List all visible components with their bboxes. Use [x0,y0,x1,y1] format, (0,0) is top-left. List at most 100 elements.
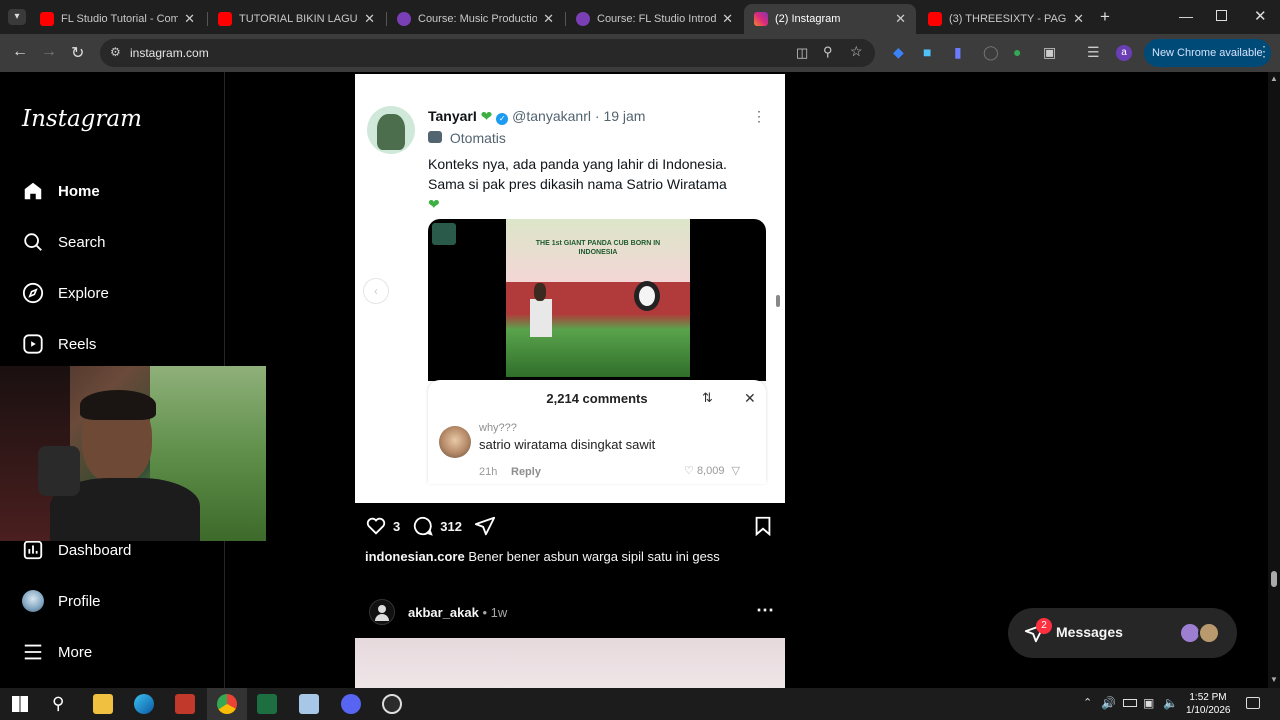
extensions-puzzle-icon[interactable]: ▣ [1043,44,1056,61]
volume-icon[interactable]: 🔈 [1163,696,1178,710]
next-post-media[interactable] [355,638,785,688]
close-tab-icon[interactable]: ✕ [364,11,375,27]
windows-start-icon[interactable] [12,696,28,712]
site-info-icon[interactable]: ⚙ [110,45,121,59]
tab-instagram[interactable]: (2) Instagram ✕ [744,4,916,34]
speaker-icon[interactable]: 🔊 [1101,696,1116,710]
extension-shield-icon[interactable]: ▮ [954,44,962,61]
share-icon[interactable] [474,515,496,537]
new-tab-button[interactable]: + [1100,7,1110,27]
page-scrollbar[interactable]: ▲ ▼ [1268,72,1280,688]
comment-count: 312 [440,518,462,534]
sidebar-item-explore[interactable]: Explore [22,278,109,308]
search-icon[interactable]: ⚲ [52,694,64,714]
network-icon[interactable]: ▣ [1143,696,1154,710]
comments-count: 2,214 comments [546,391,648,406]
tab-search-button[interactable]: ▾ [8,9,26,25]
notepad-icon[interactable] [299,694,319,714]
excel-icon[interactable] [257,694,277,714]
clock[interactable]: 1:52 PM 1/10/2026 [1186,691,1231,717]
minimize-button[interactable]: — [1179,8,1193,24]
next-post-username[interactable]: akbar_akak [408,605,479,620]
voicemeeter-icon[interactable] [175,694,195,714]
comment-like-icon: ♡ [684,465,694,477]
automated-label: Otomatis [449,130,506,146]
tab-course-music-production[interactable]: Course: Music Production ✕ [387,4,564,34]
back-button[interactable]: ← [12,43,28,61]
profile-avatar[interactable]: a [1116,45,1132,61]
extension-gem-icon[interactable]: ◆ [893,44,904,61]
commenter-avatar [439,426,471,458]
microphone [38,446,80,496]
comment-icon[interactable] [412,515,434,537]
zoom-icon[interactable]: ⚲ [823,44,833,60]
tweet-time: 19 jam [603,108,646,124]
extension-leaf-icon[interactable]: ● [1013,44,1021,60]
next-post-header: akbar_akak • 1w [408,605,508,620]
panda-figure [634,281,660,311]
sidebar-item-more[interactable]: More [22,637,92,667]
extension-circle-icon[interactable]: ◯ [983,44,999,61]
close-comments-icon: ✕ [744,390,756,406]
tab-course-fl-studio[interactable]: Course: FL Studio Introduc ✕ [566,4,743,34]
install-app-icon[interactable]: ◫ [796,45,808,61]
channel-logo [432,223,456,245]
battery-icon[interactable] [1123,699,1137,707]
comment-like-count: 8,009 [696,465,725,477]
youtube-icon [218,12,232,26]
tab-threesixty[interactable]: (3) THREESIXTY - PAGIKU ✕ [918,4,1094,34]
webcam-overlay [0,366,266,541]
tab-tutorial-bikin-lagu[interactable]: TUTORIAL BIKIN LAGU DI F ✕ [208,4,385,34]
messages-button[interactable]: 2 Messages [1008,608,1237,658]
close-tab-icon[interactable]: ✕ [895,11,906,27]
like-icon[interactable] [365,515,387,537]
extension-icon[interactable]: ■ [923,44,931,60]
next-post-avatar[interactable] [369,599,395,625]
bookmark-star-icon[interactable]: ☆ [850,43,863,60]
tweet-author-name: TanyarI [428,108,477,124]
close-tab-icon[interactable]: ✕ [184,11,195,27]
post-media[interactable]: TanyarI ❤ ✓ @tanyakanrl · 19 jam ⋮ Otoma… [355,74,785,503]
close-tab-icon[interactable]: ✕ [543,11,554,27]
notification-center-icon[interactable] [1246,697,1260,709]
message-avatar [1198,622,1220,644]
discord-icon[interactable] [341,694,361,714]
obs-icon[interactable] [382,694,402,714]
save-icon[interactable] [752,515,774,537]
tab-fl-tutorial[interactable]: FL Studio Tutorial - Compl ✕ [30,4,205,34]
scroll-up-arrow[interactable]: ▲ [1270,74,1278,83]
comment-text: satrio wiratama disingkat sawit [479,437,656,452]
scroll-down-arrow[interactable]: ▼ [1270,675,1278,684]
forward-button[interactable]: → [41,43,57,61]
course-icon [576,12,590,26]
media-scroll-thumb [776,295,780,307]
url-text[interactable]: instagram.com [130,46,209,60]
tweet-video-thumbnail: THE 1st GIANT PANDA CUB BORN IN INDONESI… [428,219,766,381]
sidebar-item-home[interactable]: Home [22,176,100,206]
sidebar-item-search[interactable]: Search [22,227,106,257]
tray-overflow-icon[interactable]: ⌃ [1083,696,1092,709]
comment-reply-link: Reply [511,466,541,478]
address-bar[interactable]: ⚙ instagram.com ◫ ⚲ ☆ [100,39,875,67]
close-tab-icon[interactable]: ✕ [1073,11,1084,27]
comments-panel: 2,214 comments ⇅ ✕ why??? satrio wiratam… [428,380,766,484]
clock-time: 1:52 PM [1189,692,1227,703]
robot-icon [428,131,442,143]
reload-button[interactable]: ↻ [71,43,84,63]
close-window-button[interactable]: ✕ [1254,7,1267,25]
chrome-menu-icon[interactable]: ⋮ [1257,43,1271,60]
close-tab-icon[interactable]: ✕ [722,11,733,27]
file-explorer-icon[interactable] [93,694,113,714]
next-post-options-icon[interactable]: ⋯ [756,600,774,621]
new-chrome-available-button[interactable]: New Chrome available [1144,39,1271,67]
edge-icon[interactable] [134,694,154,714]
green-heart-icon: ❤ [428,196,440,212]
restore-button[interactable] [1216,10,1227,21]
chrome-taskbar-active[interactable] [207,688,247,720]
instagram-logo[interactable]: Instagram [22,106,142,132]
scroll-thumb[interactable] [1271,571,1277,587]
sidebar-item-reels[interactable]: Reels [22,329,96,359]
caption-username[interactable]: indonesian.core [365,549,465,564]
sidebar-item-profile[interactable]: Profile [22,586,101,616]
media-control-icon[interactable]: ☰ [1087,44,1100,61]
